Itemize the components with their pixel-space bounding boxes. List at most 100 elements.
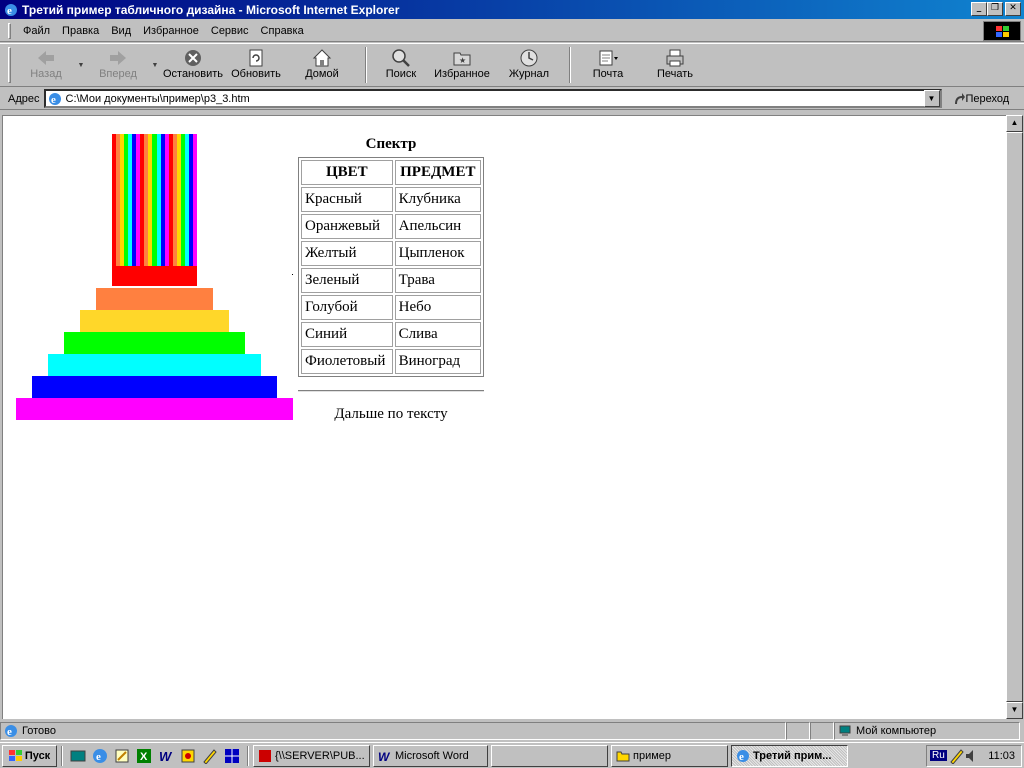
svg-text:e: e: [739, 751, 744, 763]
color-cell: Синий: [301, 322, 393, 347]
address-dropdown-button[interactable]: ▼: [923, 90, 940, 107]
toolbar-separator: [569, 47, 571, 83]
go-button[interactable]: Переход: [952, 92, 1009, 106]
menu-grip[interactable]: [8, 22, 11, 39]
menu-edit[interactable]: Правка: [56, 23, 105, 39]
page-icon: e: [48, 92, 61, 106]
task-server[interactable]: {\\SERVER\PUB...: [253, 744, 370, 767]
back-button[interactable]: Назад: [17, 44, 75, 80]
word-icon[interactable]: W: [158, 748, 174, 764]
scroll-thumb[interactable]: [1006, 132, 1023, 702]
table-row: Голубой Небо: [301, 295, 481, 320]
address-bar: Адрес e C:\Мои документы\пример\p3_3.htm…: [0, 88, 1024, 110]
menu-view[interactable]: Вид: [105, 23, 137, 39]
ie-icon: e: [5, 3, 17, 17]
favorites-button[interactable]: ★ Избранное: [427, 44, 497, 80]
pyramid-layer: [48, 354, 261, 376]
notepad-icon[interactable]: [114, 748, 130, 764]
table-row: Оранжевый Апельсин: [301, 214, 481, 239]
task-word[interactable]: W Microsoft Word: [373, 744, 488, 767]
scroll-down-arrow-icon[interactable]: ▼: [1006, 702, 1023, 719]
clock[interactable]: 11:03: [988, 750, 1015, 762]
start-button[interactable]: Пуск: [2, 744, 57, 767]
mail-button[interactable]: Почта: [579, 44, 637, 80]
taskbar: Пуск e X W {\\SERVER\PUB... W Microsoft …: [0, 742, 1024, 768]
windows-logo: [983, 21, 1021, 41]
task-folder[interactable]: пример: [611, 744, 728, 767]
object-cell: Виноград: [394, 349, 481, 374]
vertical-scrollbar[interactable]: ▲ ▼: [1006, 115, 1023, 719]
forward-button[interactable]: Вперед: [87, 44, 149, 80]
scroll-up-arrow-icon[interactable]: ▲: [1006, 115, 1023, 132]
ie-icon[interactable]: e: [92, 748, 108, 764]
task-empty[interactable]: [491, 744, 608, 767]
print-button[interactable]: Печать: [637, 44, 713, 80]
windows-flag-icon: [8, 750, 22, 761]
menu-tools[interactable]: Сервис: [205, 23, 255, 39]
color-cell: Красный: [301, 187, 393, 212]
tray-speaker-icon[interactable]: [965, 748, 977, 764]
object-cell: Цыпленок: [394, 241, 481, 266]
zone-cell: Мой компьютер: [834, 722, 1020, 740]
pyramid-layer: [80, 310, 229, 332]
home-icon: [312, 49, 332, 67]
table-header-row: ЦВЕТ ПРЕДМЕТ: [301, 160, 481, 185]
object-cell: Клубника: [394, 187, 481, 212]
grid-app-icon[interactable]: [224, 748, 240, 764]
restore-button[interactable]: ❐: [987, 2, 1003, 16]
svg-text:W: W: [159, 749, 173, 764]
window-controls: _ ❐ ✕: [971, 2, 1021, 16]
address-input[interactable]: e C:\Мои документы\пример\p3_3.htm: [43, 89, 942, 108]
refresh-button[interactable]: Обновить: [225, 44, 287, 80]
menu-favorites[interactable]: Избранное: [137, 23, 205, 39]
stop-icon: [185, 50, 201, 66]
favorites-folder-icon: ★: [453, 52, 471, 66]
menu-file[interactable]: Файл: [17, 23, 56, 39]
menu-help[interactable]: Справка: [255, 23, 310, 39]
spectrum-table: Спектр ЦВЕТ ПРЕДМЕТ Красный Клубника Оран…: [298, 136, 484, 377]
status-text: Готово: [22, 725, 56, 737]
forward-arrow-icon: [110, 51, 126, 65]
history-button[interactable]: Журнал: [497, 44, 561, 80]
pyramid-layer: [16, 398, 293, 420]
home-button[interactable]: Домой: [287, 44, 357, 80]
tray-pencil-icon[interactable]: [949, 748, 965, 764]
color-cell: Оранжевый: [301, 214, 393, 239]
task-ie-active[interactable]: e Третий прим...: [731, 744, 848, 767]
language-indicator[interactable]: Ru: [930, 750, 947, 761]
pencil-icon[interactable]: [202, 748, 218, 764]
horizontal-rule: [298, 390, 484, 392]
svg-text:e: e: [7, 726, 12, 738]
pyramid-layer: [64, 332, 245, 354]
address-url: C:\Мои документы\пример\p3_3.htm: [65, 92, 250, 105]
table-row: Желтый Цыпленок: [301, 241, 481, 266]
mail-icon: [599, 50, 618, 66]
svg-text:W: W: [378, 750, 391, 763]
stop-button[interactable]: Остановить: [161, 44, 225, 80]
forward-dropdown[interactable]: ▼: [149, 44, 161, 69]
svg-text:e: e: [51, 94, 56, 106]
status-cell-empty: [786, 722, 810, 740]
title-bar: e Третий пример табличного дизайна - Mic…: [0, 0, 1024, 19]
window-title: Третий пример табличного дизайна - Micro…: [22, 2, 400, 17]
back-dropdown[interactable]: ▼: [75, 44, 87, 69]
minimize-button[interactable]: _: [971, 2, 987, 16]
system-tray: Ru 11:03: [926, 744, 1022, 767]
printer-icon: [666, 49, 684, 67]
computer-icon: [839, 725, 851, 736]
search-button[interactable]: Поиск: [375, 44, 427, 80]
svg-text:X: X: [140, 751, 148, 763]
windows-flag-icon: [995, 25, 1009, 37]
word-icon: W: [378, 750, 391, 763]
go-arrow-icon: [954, 92, 965, 104]
excel-icon[interactable]: X: [136, 748, 152, 764]
object-cell: Небо: [394, 295, 481, 320]
show-desktop-icon[interactable]: [70, 748, 86, 764]
toolbar-grip[interactable]: [8, 47, 11, 83]
app-icon[interactable]: [180, 748, 196, 764]
history-icon: [520, 49, 538, 67]
folder-icon: [616, 751, 630, 761]
svg-text:e: e: [96, 751, 101, 763]
color-cell: Фиолетовый: [301, 349, 393, 374]
close-button[interactable]: ✕: [1005, 2, 1021, 16]
